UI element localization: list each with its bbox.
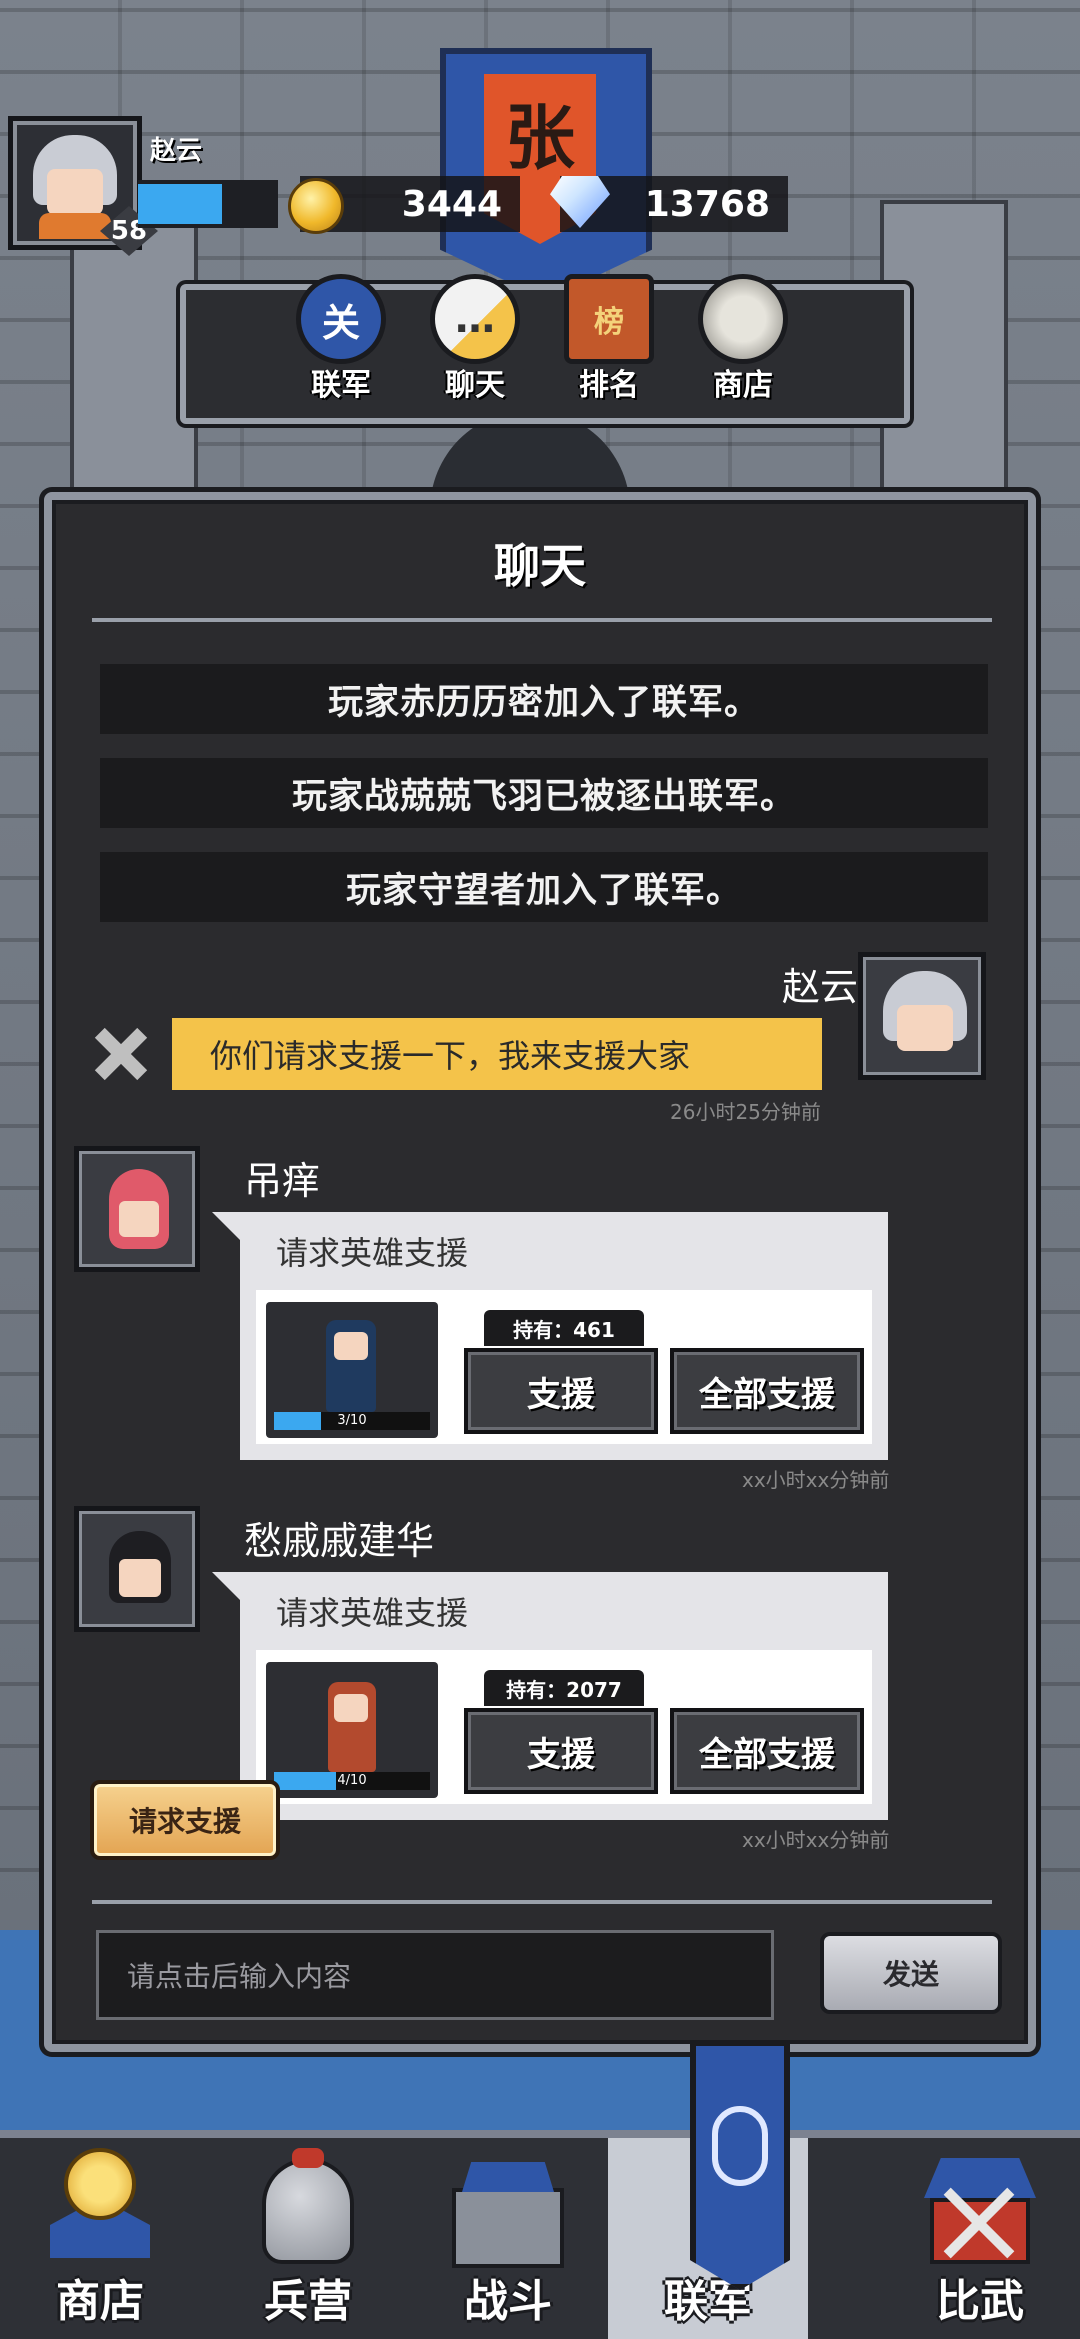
nav-label: 商店 (56, 2276, 144, 2327)
top-menu: 关 联军 … 聊天 榜 排名 商店 (180, 274, 910, 424)
chat-input[interactable]: 请点击后输入内容 (96, 1930, 774, 2020)
self-message-time: 26小时25分钟前 (670, 1100, 821, 1124)
support-request-card: 请求英雄支援 4/10 持有：2077 支援 全部支援 (240, 1572, 888, 1820)
nav-label: 兵营 (264, 2276, 352, 2327)
hold-count: 持有：461 (484, 1310, 644, 1346)
avatar-face (119, 1559, 161, 1597)
self-message-name: 赵云 (781, 965, 858, 1009)
request-user-avatar[interactable] (74, 1506, 200, 1632)
surname-banner: 张 (440, 48, 652, 300)
barracks-helmet-icon (248, 2148, 368, 2268)
nav-label: 战斗 (464, 2276, 552, 2327)
system-message: 玩家守望者加入了联军。 (100, 852, 988, 922)
support-all-button[interactable]: 全部支援 (670, 1708, 864, 1794)
request-title: 请求英雄支援 (276, 1234, 469, 1272)
system-message: 玩家战兢兢飞羽已被逐出联军。 (100, 758, 988, 828)
nav-shop[interactable]: 商店 (0, 2138, 200, 2339)
panel-divider-top (92, 618, 992, 622)
battle-castle-icon (448, 2148, 568, 2268)
hero-shard-progress-text: 3/10 (337, 1413, 367, 1428)
nav-battle[interactable]: 战斗 (408, 2138, 608, 2339)
avatar-body (39, 213, 111, 239)
request-time: xx小时xx分钟前 (742, 1468, 890, 1492)
hero-face (334, 1694, 368, 1722)
top-menu-label: 排名 (579, 368, 639, 403)
top-menu-label: 聊天 (445, 368, 505, 403)
hero-thumbnail[interactable]: 3/10 (266, 1302, 438, 1438)
gold-coin-icon (288, 178, 344, 234)
system-message: 玩家赤历历密加入了联军。 (100, 664, 988, 734)
request-body: 4/10 持有：2077 支援 全部支援 (256, 1650, 872, 1804)
top-menu-alliance[interactable]: 关 联军 (286, 274, 396, 414)
avatar-face (47, 169, 103, 215)
exp-bar (138, 180, 278, 228)
dragon-emblem (712, 2106, 768, 2186)
avatar-face (897, 1005, 953, 1051)
hero-shard-progress: 4/10 (274, 1772, 430, 1790)
banner-char: 张 (505, 97, 575, 179)
request-time: xx小时xx分钟前 (742, 1828, 890, 1852)
support-all-button[interactable]: 全部支援 (670, 1348, 864, 1434)
alliance-shield-icon: 关 (296, 274, 386, 364)
hero-face (334, 1332, 368, 1360)
panel-title: 聊天 (494, 539, 586, 593)
hold-count: 持有：2077 (484, 1670, 644, 1706)
nav-barracks[interactable]: 兵营 (208, 2138, 408, 2339)
shop-coin-icon (698, 274, 788, 364)
request-support-button[interactable]: 请求支援 (90, 1780, 280, 1860)
nav-arena[interactable]: 比武 (880, 2138, 1080, 2339)
avatar-face (119, 1201, 159, 1237)
request-user-avatar[interactable] (74, 1146, 200, 1272)
chat-panel: 聊天 玩家赤历历密加入了联军。 玩家战兢兢飞羽已被逐出联军。 玩家守望者加入了联… (44, 492, 1036, 2052)
send-button[interactable]: 发送 (820, 1932, 1002, 2014)
top-menu-label: 联军 (311, 368, 371, 403)
hero-shard-progress: 3/10 (274, 1412, 430, 1430)
panel-divider-bottom (92, 1900, 992, 1904)
support-request-card: 请求英雄支援 3/10 持有：461 支援 全部支援 (240, 1212, 888, 1460)
chat-bubble-icon: … (430, 274, 520, 364)
self-message-bubble: 你们请求支援一下，我来支援大家 (172, 1018, 822, 1090)
arena-swords-icon (920, 2148, 1040, 2268)
request-body: 3/10 持有：461 支援 全部支援 (256, 1290, 872, 1444)
top-menu-chat[interactable]: … 聊天 (420, 274, 530, 414)
support-button[interactable]: 支援 (464, 1708, 658, 1794)
top-menu-shop[interactable]: 商店 (688, 274, 798, 414)
nav-label: 比武 (936, 2276, 1024, 2327)
exp-bar-fill (138, 184, 222, 224)
alliance-nav-flag-icon (690, 2040, 790, 2290)
top-menu-ranking[interactable]: 榜 排名 (554, 274, 664, 414)
request-title: 请求英雄支援 (276, 1594, 469, 1632)
bottom-nav: 商店 兵营 战斗 联军 比武 (0, 2130, 1080, 2339)
ranking-banner-icon: 榜 (564, 274, 654, 364)
shop-coin-icon (40, 2148, 160, 2268)
hero-shard-progress-text: 4/10 (337, 1773, 367, 1788)
top-menu-label: 商店 (713, 368, 773, 403)
request-user-name: 愁戚戚建华 (244, 1519, 435, 1563)
close-icon[interactable] (92, 1026, 148, 1082)
request-user-name: 吊痒 (244, 1159, 321, 1203)
self-message-avatar[interactable] (858, 952, 986, 1080)
player-name: 赵云 (150, 136, 203, 166)
support-button[interactable]: 支援 (464, 1348, 658, 1434)
nav-label: 联军 (664, 2276, 752, 2327)
hero-thumbnail[interactable]: 4/10 (266, 1662, 438, 1798)
